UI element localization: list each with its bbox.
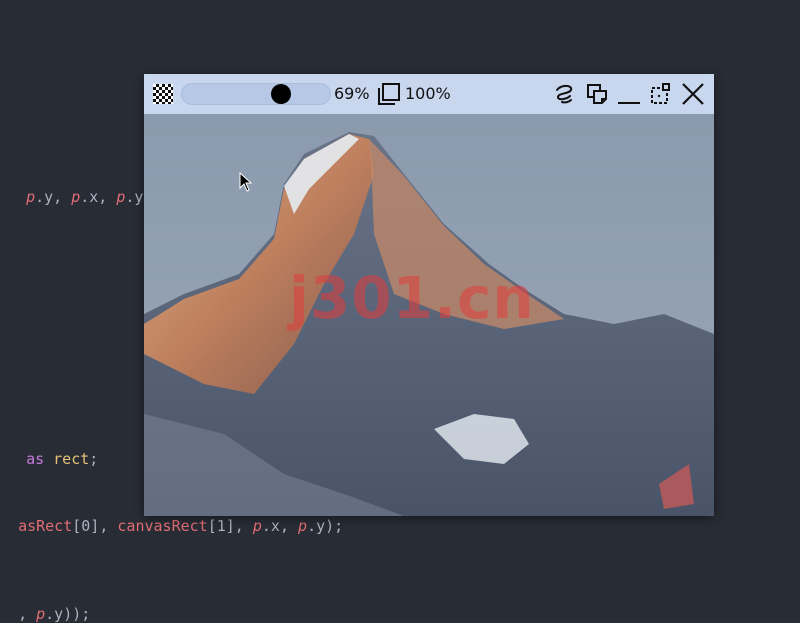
code-token: as — [26, 450, 45, 468]
opacity-slider[interactable] — [181, 83, 331, 105]
code-line: p.y, p.x, p.y); — [8, 170, 161, 206]
pinned-image-window[interactable]: 69% 100% j301.cn — [144, 74, 714, 516]
code-token: [0], — [72, 517, 118, 535]
opacity-value: 69% — [334, 84, 370, 103]
zoom-fit-icon[interactable] — [377, 82, 401, 106]
code-token: p — [252, 517, 262, 535]
code-line: as rect; — [8, 432, 98, 468]
opacity-slider-knob[interactable] — [270, 84, 291, 104]
code-token: p — [26, 188, 36, 206]
code-token: canvasRect — [117, 517, 208, 535]
code-token: .y, — [35, 188, 72, 206]
pin-toolbar: 69% 100% — [144, 74, 714, 114]
code-token: rect — [53, 450, 90, 468]
code-line: , p.y)); — [0, 587, 90, 623]
code-token: , — [18, 605, 37, 623]
minimize-icon[interactable] — [617, 82, 641, 106]
code-token: .x, — [80, 188, 117, 206]
crop-icon[interactable] — [649, 82, 673, 106]
zoom-value: 100% — [405, 84, 451, 103]
code-token: asRect — [18, 517, 73, 535]
code-token: p — [298, 517, 308, 535]
code-token: ; — [89, 450, 99, 468]
code-token: p — [36, 605, 46, 623]
mountain-photo[interactable]: j301.cn — [144, 114, 714, 516]
close-icon[interactable] — [681, 82, 705, 106]
code-token: .x, — [261, 517, 299, 535]
copy-icon[interactable] — [585, 82, 609, 106]
code-token: .y)); — [45, 605, 91, 623]
draw-icon[interactable] — [553, 82, 577, 106]
watermark-text: j301.cn — [289, 264, 535, 332]
code-token: [1], — [207, 517, 253, 535]
transparency-icon[interactable] — [153, 84, 173, 104]
mouse-cursor-icon — [239, 172, 253, 192]
code-token: .y); — [307, 517, 344, 535]
code-token: p — [71, 188, 81, 206]
